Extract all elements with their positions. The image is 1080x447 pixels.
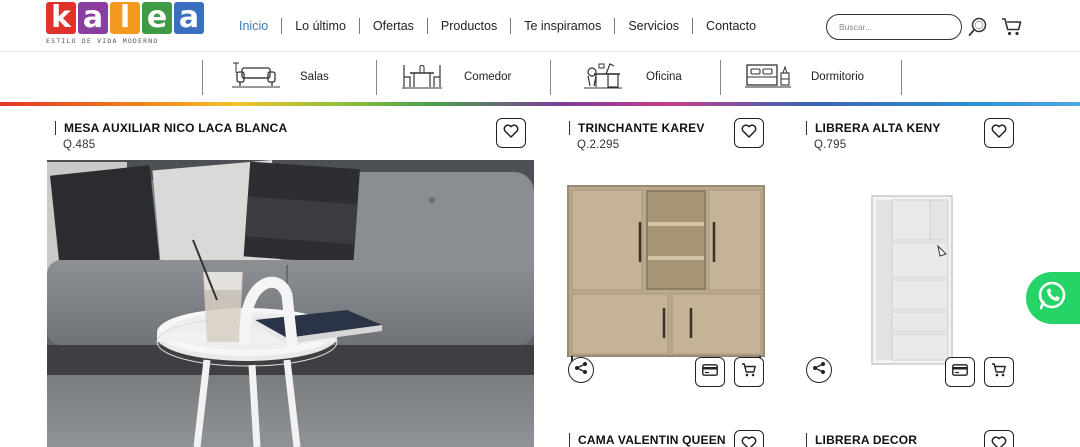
logo-letter: k	[46, 2, 76, 34]
logo-letter: a	[78, 2, 108, 34]
wishlist-button[interactable]	[734, 430, 764, 447]
category-divider	[720, 60, 721, 95]
dining-table-icon	[402, 61, 442, 94]
nav-item-contacto[interactable]: Contacto	[692, 18, 769, 34]
category-divider	[376, 60, 377, 95]
nav-item-inicio[interactable]: Inicio	[228, 18, 281, 34]
sofa-table-photo	[47, 160, 534, 447]
product-name[interactable]: MESA AUXILIAR NICO LACA BLANCA	[55, 121, 287, 135]
cart-icon	[741, 362, 757, 383]
whatsapp-icon	[1036, 280, 1068, 317]
wishlist-button[interactable]	[984, 430, 1014, 447]
main-navigation: Inicio Lo último Ofertas Productos Te in…	[228, 14, 769, 38]
credit-card-icon	[952, 363, 968, 381]
bed-icon	[745, 61, 791, 94]
kalea-logo[interactable]: k a l e a ESTILO DE VIDA MODERNO	[46, 2, 206, 48]
product-image-librera-alta-keny[interactable]	[866, 192, 958, 368]
share-icon	[574, 361, 588, 380]
logo-letter: a	[174, 2, 204, 34]
nav-item-lo-ultimo[interactable]: Lo último	[281, 18, 359, 34]
sofa-icon	[232, 61, 280, 94]
category-dormitorio[interactable]: Dormitorio	[745, 52, 864, 102]
product-image-trinchante-karev[interactable]	[562, 180, 772, 370]
product-price: Q.2.295	[577, 139, 620, 151]
category-label: Salas	[300, 71, 329, 83]
logo-letter: e	[142, 2, 172, 34]
category-divider	[202, 60, 203, 95]
category-label: Comedor	[464, 71, 512, 83]
credit-card-button[interactable]	[695, 357, 725, 387]
credit-card-button[interactable]	[945, 357, 975, 387]
wishlist-button[interactable]	[734, 118, 764, 148]
product-image-mesa-auxiliar[interactable]	[47, 160, 534, 447]
product-name[interactable]: CAMA VALENTIN QUEEN	[569, 433, 726, 447]
logo-wordmark: k a l e a	[46, 2, 206, 34]
nav-item-servicios[interactable]: Servicios	[614, 18, 692, 34]
bookshelf-photo	[871, 195, 953, 365]
nav-item-productos[interactable]: Productos	[426, 18, 510, 34]
nav-item-ofertas[interactable]: Ofertas	[358, 18, 427, 34]
nav-item-te-inspiramos[interactable]: Te inspiramos	[510, 18, 614, 34]
color-stripe-divider	[0, 102, 1080, 106]
wishlist-button[interactable]	[984, 118, 1014, 148]
sideboard-photo	[567, 185, 765, 366]
product-name[interactable]: LIBRERA ALTA KENY	[806, 121, 941, 135]
category-comedor[interactable]: Comedor	[402, 52, 511, 102]
category-label: Dormitorio	[811, 71, 865, 83]
cart-icon	[991, 362, 1007, 383]
category-divider	[550, 60, 551, 95]
category-salas[interactable]: Salas	[232, 52, 329, 102]
logo-letter: l	[110, 2, 140, 34]
site-header: k a l e a ESTILO DE VIDA MODERNO Inicio …	[0, 0, 1080, 52]
category-oficina[interactable]: Oficina	[584, 52, 682, 102]
product-price: Q.485	[63, 139, 96, 151]
share-button[interactable]	[806, 357, 832, 383]
add-to-cart-button[interactable]	[984, 357, 1014, 387]
wishlist-button[interactable]	[496, 118, 526, 148]
product-price: Q.795	[814, 139, 847, 151]
category-bar: Salas Comedor Oficina Dormitorio	[0, 52, 1080, 102]
heart-icon	[991, 123, 1007, 143]
category-divider	[901, 60, 902, 95]
share-button[interactable]	[568, 357, 594, 383]
whatsapp-chat-button[interactable]	[1026, 272, 1080, 324]
heart-icon	[991, 435, 1007, 447]
category-label: Oficina	[646, 71, 682, 83]
logo-tagline: ESTILO DE VIDA MODERNO	[46, 37, 159, 45]
share-icon	[812, 361, 826, 380]
heart-icon	[741, 123, 757, 143]
search-input[interactable]	[826, 14, 962, 40]
search-icon[interactable]	[967, 16, 989, 38]
product-name[interactable]: TRINCHANTE KAREV	[569, 121, 705, 135]
heart-icon	[741, 435, 757, 447]
credit-card-icon	[702, 363, 718, 381]
desk-icon	[584, 60, 622, 95]
product-name[interactable]: LIBRERA DECOR	[806, 433, 917, 447]
cart-icon[interactable]	[1001, 16, 1023, 38]
heart-icon	[503, 123, 519, 143]
add-to-cart-button[interactable]	[734, 357, 764, 387]
